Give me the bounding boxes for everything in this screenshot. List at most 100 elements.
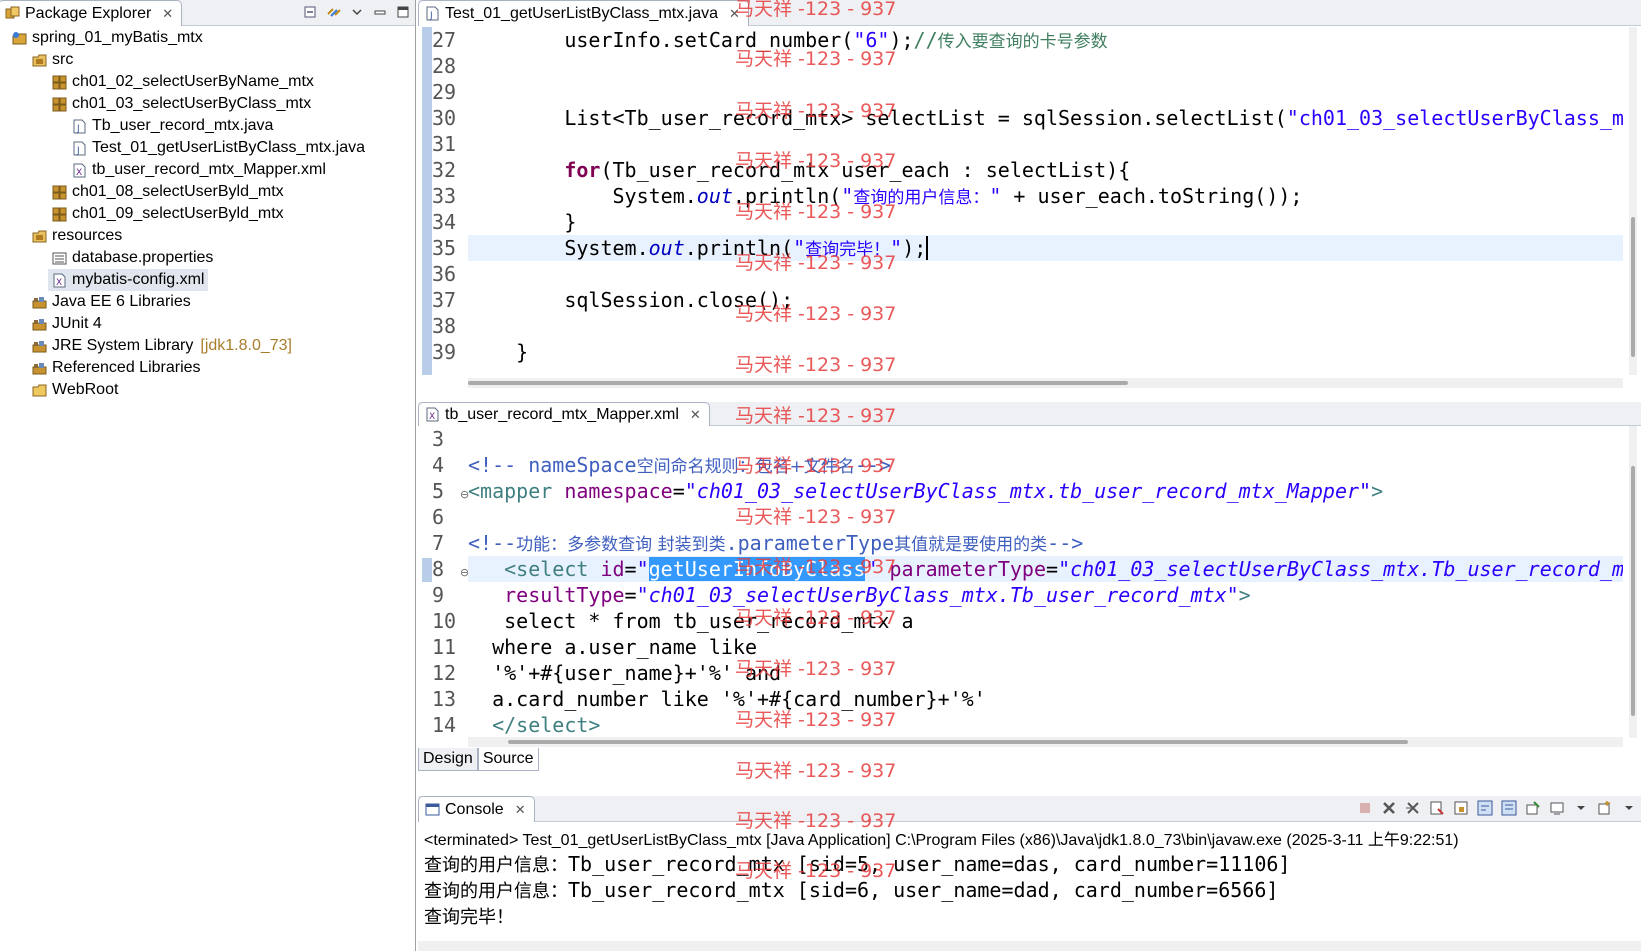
tree-item-package[interactable]: ch01_02_selectUserByName_mtx: [52, 71, 318, 93]
line-number: 32: [432, 158, 457, 182]
close-icon[interactable]: ✕: [515, 802, 526, 818]
properties-file-icon: [52, 251, 67, 266]
pin-console-icon[interactable]: [1525, 800, 1541, 816]
line-number: 39: [432, 340, 457, 364]
xml-code-area[interactable]: <!-- nameSpace空间命名规则：包名+文件名--> <mapper na…: [468, 426, 1623, 738]
chevron-down-icon[interactable]: [1573, 800, 1589, 816]
java-code-area[interactable]: userInfo.setCard_number("6");//传入要查询的卡号参…: [468, 27, 1623, 375]
horizontal-scroll-thumb[interactable]: [468, 381, 1128, 385]
horizontal-scrollbar[interactable]: [468, 378, 1623, 388]
vertical-scroll-thumb[interactable]: [1631, 466, 1635, 716]
open-console-icon[interactable]: [1597, 800, 1613, 816]
line-number: 33: [432, 184, 457, 208]
remove-launch-icon[interactable]: [1381, 800, 1397, 816]
tree-item-label: Java EE 6 Libraries: [52, 293, 191, 310]
code-token: <mapper: [468, 479, 565, 503]
line-numbers: 27 28 29 30 31 32 33 34 35 36 37 38 39: [432, 27, 468, 365]
horizontal-scrollbar[interactable]: [468, 737, 1623, 747]
library-icon: [32, 295, 47, 310]
package-explorer-tab-label: Package Explorer: [25, 4, 152, 22]
tab-java-editor[interactable]: J Test_01_getUserListByClass_mtx.java ✕: [418, 0, 749, 26]
code-token: .println(: [732, 184, 842, 208]
close-icon[interactable]: ✕: [729, 6, 740, 22]
code-token: );: [889, 28, 914, 52]
terminate-icon[interactable]: [1357, 800, 1373, 816]
tab-design[interactable]: Design: [418, 748, 478, 771]
tree-item-xml-file[interactable]: X tb_user_record_mtx_Mapper.xml: [72, 159, 330, 181]
source-folder-icon: [32, 229, 47, 244]
vertical-scrollbar[interactable]: [1629, 27, 1637, 375]
horizontal-scroll-thumb[interactable]: [508, 740, 1408, 744]
tree-item-java-file[interactable]: J Test_01_getUserListByClass_mtx.java: [72, 137, 369, 159]
xml-editor-tab-label: tb_user_record_mtx_Mapper.xml: [445, 405, 679, 423]
chevron-down-icon[interactable]: [1621, 800, 1637, 816]
code-token: id: [600, 557, 625, 581]
tree-item-library[interactable]: Java EE 6 Libraries: [32, 291, 195, 313]
tab-xml-editor[interactable]: X tb_user_record_mtx_Mapper.xml ✕: [418, 402, 710, 426]
code-token: "ch01_03_selectUserByClass_mtx.tb_user_r…: [684, 479, 1372, 503]
code-token: 其值就是要使用的类: [894, 535, 1048, 555]
minimize-icon[interactable]: [372, 4, 388, 20]
code-token: "ch01_03_selectUserByClass_mtx.tb_user_r…: [1286, 106, 1623, 130]
close-icon[interactable]: ✕: [690, 407, 701, 423]
display-selected-console-icon[interactable]: [1549, 800, 1565, 816]
tree-item-src[interactable]: src: [32, 49, 77, 71]
vertical-scroll-thumb[interactable]: [1631, 217, 1635, 357]
scroll-lock-icon[interactable]: [1453, 800, 1469, 816]
tree-item-label: src: [52, 51, 74, 68]
show-console-on-output-icon[interactable]: [1501, 800, 1517, 816]
tab-console[interactable]: Console ✕: [418, 796, 535, 822]
code-token: out: [648, 236, 685, 260]
tab-package-explorer[interactable]: Package Explorer ✕: [0, 0, 183, 26]
tree-item-project[interactable]: spring_01_myBatis_mtx: [12, 27, 207, 49]
code-token: System.: [468, 184, 697, 208]
tree-item-library[interactable]: JRE System Library [jdk1.8.0_73]: [32, 335, 296, 357]
java-file-icon: J: [72, 119, 87, 134]
close-icon[interactable]: ✕: [162, 6, 173, 22]
tree-item-label: tb_user_record_mtx_Mapper.xml: [92, 161, 326, 178]
tree-item-package[interactable]: ch01_08_selectUserByld_mtx: [52, 181, 288, 203]
tree-item-label: ch01_09_selectUserByld_mtx: [72, 205, 284, 222]
tree-item-library[interactable]: JUnit 4: [32, 313, 106, 335]
console-line: 查询的用户信息：Tb_user_record_mtx [sid=6, user_…: [424, 877, 1290, 903]
vertical-scrollbar[interactable]: [1629, 426, 1637, 738]
view-menu-chevron-icon[interactable]: [349, 4, 365, 20]
library-icon: [32, 339, 47, 354]
folder-icon: [32, 383, 47, 398]
svg-text:J: J: [76, 146, 80, 156]
maximize-icon[interactable]: [395, 4, 411, 20]
tree-item-library[interactable]: Referenced Libraries: [32, 357, 205, 379]
console-horizontal-scrollbar[interactable]: [418, 941, 1641, 951]
tab-source[interactable]: Source: [477, 748, 539, 771]
line-number: 10: [432, 609, 457, 633]
clear-console-icon[interactable]: [1429, 800, 1445, 816]
console-output[interactable]: 查询的用户信息：Tb_user_record_mtx [sid=5, user_…: [424, 851, 1290, 929]
tree-item-resources[interactable]: resources: [32, 225, 126, 247]
line-number: 27: [432, 28, 457, 52]
code-token: "6": [853, 28, 890, 52]
tree-item-package[interactable]: ch01_03_selectUserByClass_mtx: [52, 93, 315, 115]
tree-item-folder[interactable]: WebRoot: [32, 379, 122, 401]
package-explorer-tabbar: Package Explorer ✕: [0, 0, 415, 26]
code-token: -->: [1047, 531, 1084, 555]
package-explorer-toolbar: [303, 4, 411, 20]
code-token: select * from tb_user_record_mtx a: [468, 609, 914, 633]
code-line: where a.user_name like: [468, 634, 1623, 660]
link-with-editor-icon[interactable]: [326, 4, 342, 20]
console-view: Console ✕ <terminated> Test_01_getUserLi…: [418, 796, 1641, 951]
tree-item-label: JRE System Library: [52, 337, 194, 354]
code-token: );: [902, 236, 929, 260]
tree-item-properties-file[interactable]: database.properties: [52, 247, 217, 269]
remove-all-terminated-icon[interactable]: [1405, 800, 1421, 816]
code-line: <select id="getUserInfoByClass" paramete…: [468, 556, 1623, 582]
code-line: System.out.println("查询完毕！");: [468, 235, 1623, 261]
tree-item-java-file[interactable]: J Tb_user_record_mtx.java: [72, 115, 277, 137]
collapse-all-icon[interactable]: [303, 4, 319, 20]
line-number: 37: [432, 288, 457, 312]
tree-item-xml-file-selected[interactable]: X mybatis-config.xml: [48, 269, 209, 291]
word-wrap-icon[interactable]: [1477, 800, 1493, 816]
tree-item-package[interactable]: ch01_09_selectUserByld_mtx: [52, 203, 288, 225]
xml-file-icon: X: [425, 407, 440, 422]
